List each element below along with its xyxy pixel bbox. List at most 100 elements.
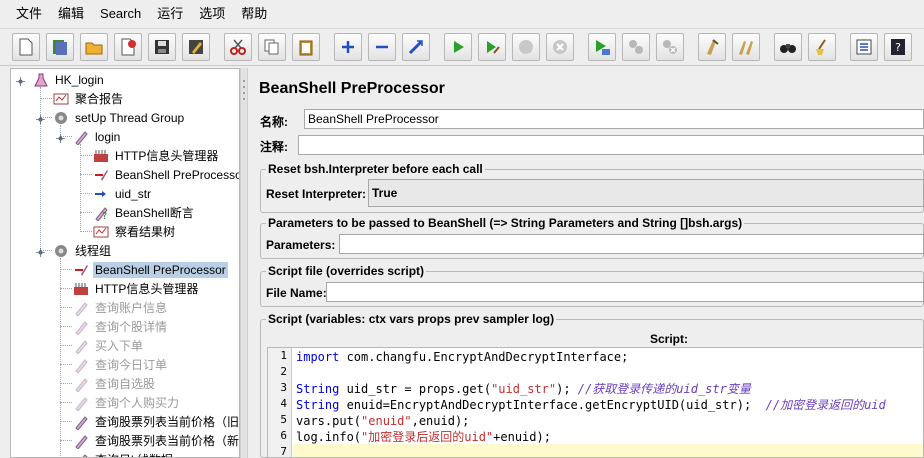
new-button[interactable] bbox=[12, 33, 40, 61]
tree-item[interactable]: 察看结果树 bbox=[93, 222, 177, 241]
preprocessor-icon bbox=[93, 167, 109, 183]
tree-expand-toggle-icon[interactable] bbox=[36, 113, 45, 124]
tree-item[interactable]: ? BeanShell断言 bbox=[93, 203, 196, 222]
tree-guide-line bbox=[60, 383, 72, 384]
start-no-pause-button[interactable] bbox=[478, 33, 506, 61]
tree-item[interactable]: HTTP信息头管理器 bbox=[73, 279, 200, 298]
tree-item[interactable]: 查询自选股 bbox=[73, 374, 157, 393]
name-input[interactable]: BeanShell PreProcessor bbox=[304, 109, 924, 129]
copy-button[interactable] bbox=[258, 33, 286, 61]
test-plan-tree[interactable]: HK_login 聚合报告 setUp Thread Group login HTTP信… bbox=[10, 68, 240, 458]
script-editor[interactable]: 1 2 3 4 5 6 7 import com.changfu.Encrypt… bbox=[267, 347, 924, 458]
tree-item[interactable]: 查询个人购买力 bbox=[73, 393, 181, 412]
tree-item-label: 查询账户信息 bbox=[95, 300, 168, 315]
tree-item[interactable]: 查询个股详情 bbox=[73, 317, 169, 336]
open-button[interactable] bbox=[80, 33, 108, 61]
menu-edit[interactable]: 编辑 bbox=[50, 0, 92, 28]
tree-item[interactable]: 买入下单 bbox=[73, 336, 145, 355]
parameters-label: Parameters: bbox=[266, 238, 336, 252]
test-plan-icon bbox=[33, 72, 49, 88]
tree-item[interactable]: HTTP信息头管理器 bbox=[93, 146, 220, 165]
tree-item[interactable]: 聚合报告 bbox=[53, 89, 125, 108]
tree-item[interactable]: login bbox=[73, 127, 122, 146]
menu-bar: 文件 编辑 Search 运行 选项 帮助 bbox=[0, 0, 924, 28]
close-button[interactable] bbox=[114, 33, 142, 61]
line-number: 5 bbox=[280, 413, 287, 426]
tree-item[interactable]: HK_login bbox=[33, 70, 106, 89]
tree-item-label: 查询股票列表当前价格（旧） bbox=[95, 414, 240, 429]
comment-input[interactable] bbox=[298, 135, 924, 155]
reset-search-button[interactable] bbox=[808, 33, 836, 61]
toolbar-separator bbox=[690, 33, 698, 61]
parameters-input[interactable] bbox=[339, 234, 924, 254]
tree-item[interactable]: setUp Thread Group bbox=[53, 108, 186, 127]
save-button[interactable] bbox=[148, 33, 176, 61]
paste-button[interactable] bbox=[292, 33, 320, 61]
tree-guide-line bbox=[60, 269, 72, 270]
tree-guide-line bbox=[80, 174, 92, 175]
tree-item[interactable]: uid_str bbox=[93, 184, 153, 203]
split-pane-divider[interactable] bbox=[240, 68, 248, 458]
expand-button[interactable] bbox=[334, 33, 362, 61]
templates-icon bbox=[53, 40, 67, 55]
tree-guide-line bbox=[60, 364, 72, 365]
tree-guide-line bbox=[60, 307, 72, 308]
shutdown-icon bbox=[553, 40, 567, 54]
thread-group-icon bbox=[53, 243, 69, 259]
start-no-pause-icon bbox=[487, 41, 500, 54]
tree-item[interactable]: BeanShell PreProcessor bbox=[73, 260, 228, 279]
script-group-title: Script (variables: ctx vars props prev s… bbox=[266, 312, 557, 326]
shutdown-button[interactable] bbox=[546, 33, 574, 61]
svg-text:?: ? bbox=[895, 41, 901, 54]
tree-guide-line bbox=[60, 421, 72, 422]
save-icon bbox=[155, 40, 169, 54]
clear-button[interactable] bbox=[698, 33, 726, 61]
help-icon: ? bbox=[891, 39, 905, 55]
tree-item-label: HTTP信息头管理器 bbox=[115, 148, 219, 163]
function-helper-button[interactable] bbox=[850, 33, 878, 61]
tree-item[interactable]: 查询今日订单 bbox=[73, 355, 169, 374]
menu-run[interactable]: 运行 bbox=[149, 0, 191, 28]
parameters-group-title: Parameters to be passed to BeanShell (=>… bbox=[266, 216, 745, 230]
start-button[interactable] bbox=[444, 33, 472, 61]
templates-button[interactable] bbox=[46, 33, 74, 61]
thread-group-icon bbox=[53, 110, 69, 126]
collapse-button[interactable] bbox=[368, 33, 396, 61]
toolbar-separator bbox=[580, 33, 588, 61]
remote-stop-button[interactable] bbox=[622, 33, 650, 61]
postprocessor-icon bbox=[93, 186, 109, 202]
tree-item[interactable]: 查询日k线数据 bbox=[73, 450, 175, 457]
tree-expand-toggle-icon[interactable] bbox=[16, 75, 25, 86]
toolbar: ? bbox=[0, 28, 924, 66]
toggle-button[interactable] bbox=[402, 33, 430, 61]
tree-item[interactable]: 查询股票列表当前价格（新） bbox=[73, 431, 239, 450]
tree-item[interactable]: 查询账户信息 bbox=[73, 298, 169, 317]
clear-all-button[interactable] bbox=[732, 33, 760, 61]
tree-item[interactable]: BeanShell PreProcessor bbox=[93, 165, 239, 184]
remote-shutdown-button[interactable] bbox=[656, 33, 684, 61]
menu-help[interactable]: 帮助 bbox=[233, 0, 275, 28]
tree-item[interactable]: 线程组 bbox=[53, 241, 113, 260]
preprocessor-icon bbox=[73, 262, 89, 278]
cut-button[interactable] bbox=[224, 33, 252, 61]
clear-all-icon bbox=[739, 41, 753, 55]
tree-expand-toggle-icon[interactable] bbox=[36, 246, 45, 257]
tree-expand-toggle-icon[interactable] bbox=[56, 132, 65, 143]
expand-icon bbox=[342, 41, 354, 53]
tree-item-label: login bbox=[95, 129, 121, 144]
search-button[interactable] bbox=[774, 33, 802, 61]
menu-search[interactable]: Search bbox=[92, 0, 149, 28]
comment-label: 注释: bbox=[260, 140, 288, 154]
menu-options[interactable]: 选项 bbox=[191, 0, 233, 28]
save-as-button[interactable] bbox=[182, 33, 210, 61]
toolbar-separator bbox=[326, 33, 334, 61]
reset-interpreter-select[interactable]: True bbox=[368, 179, 924, 207]
tree-item[interactable]: 查询股票列表当前价格（旧） bbox=[73, 412, 240, 431]
tree-guide-line bbox=[80, 231, 92, 232]
remote-start-button[interactable] bbox=[588, 33, 616, 61]
line-number: 6 bbox=[280, 429, 287, 442]
help-button[interactable]: ? bbox=[884, 33, 912, 61]
file-name-input[interactable] bbox=[326, 282, 924, 302]
stop-button[interactable] bbox=[512, 33, 540, 61]
menu-file[interactable]: 文件 bbox=[8, 0, 50, 28]
